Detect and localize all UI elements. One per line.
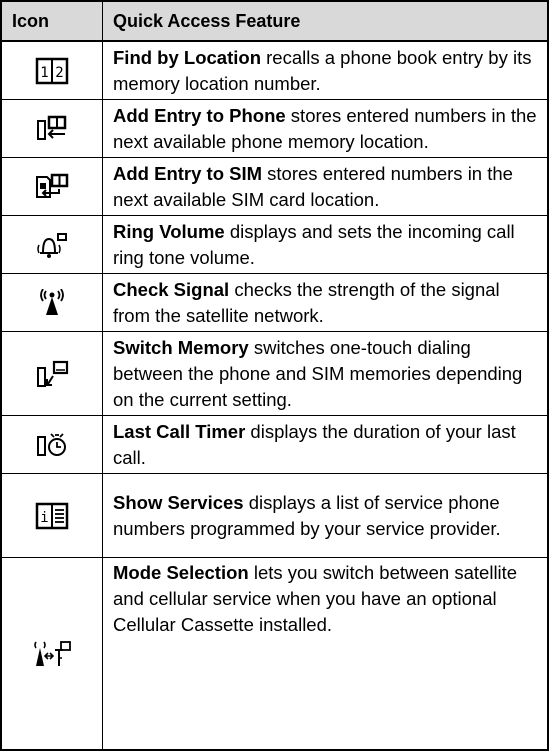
ring-volume-icon <box>2 216 103 273</box>
svg-text:1: 1 <box>40 65 48 81</box>
add-entry-phone-icon <box>2 100 103 157</box>
table-header-row: Icon Quick Access Feature <box>2 2 547 42</box>
phonebook-12-icon: 12 <box>2 42 103 99</box>
check-signal-icon <box>2 274 103 331</box>
switch-memory-icon <box>2 332 103 415</box>
add-entry-sim-icon <box>2 158 103 215</box>
feature-name: Ring Volume <box>113 220 225 242</box>
feature-name: Mode Selection <box>113 562 249 583</box>
icon-column-header: Icon <box>2 2 103 40</box>
table-row: Add Entry to Phone stores entered number… <box>2 100 547 158</box>
feature-name: Check Signal <box>113 278 230 300</box>
last-call-timer-icon <box>2 416 103 473</box>
table-row: Last Call Timer displays the duration of… <box>2 416 547 474</box>
svg-text:i: i <box>40 510 48 526</box>
table-row: 12 Find by Location recalls a phone book… <box>2 42 547 100</box>
feature-name: Show Services <box>113 491 244 513</box>
feature-name: Add Entry to Phone <box>113 104 286 126</box>
table-row: i Show Services displays a list of servi… <box>2 474 547 558</box>
feature-name: Last Call Timer <box>113 420 246 442</box>
show-services-icon: i <box>2 474 103 557</box>
table-row: Check Signal checks the strength of the … <box>2 274 547 332</box>
table-row: Switch Memory switches one-touch dialing… <box>2 332 547 416</box>
feature-name: Switch Memory <box>113 336 249 358</box>
table-row: Mode Selection lets you switch between s… <box>2 558 547 749</box>
quick-access-table: Icon Quick Access Feature 12 Find by Loc… <box>0 0 549 751</box>
svg-text:2: 2 <box>55 65 63 81</box>
feature-name: Find by Location <box>113 46 261 68</box>
table-row: Ring Volume displays and sets the incomi… <box>2 216 547 274</box>
feature-name: Add Entry to SIM <box>113 162 263 184</box>
mode-selection-icon <box>2 558 103 749</box>
table-row: Add Entry to SIM stores entered numbers … <box>2 158 547 216</box>
feature-column-header: Quick Access Feature <box>113 11 301 31</box>
